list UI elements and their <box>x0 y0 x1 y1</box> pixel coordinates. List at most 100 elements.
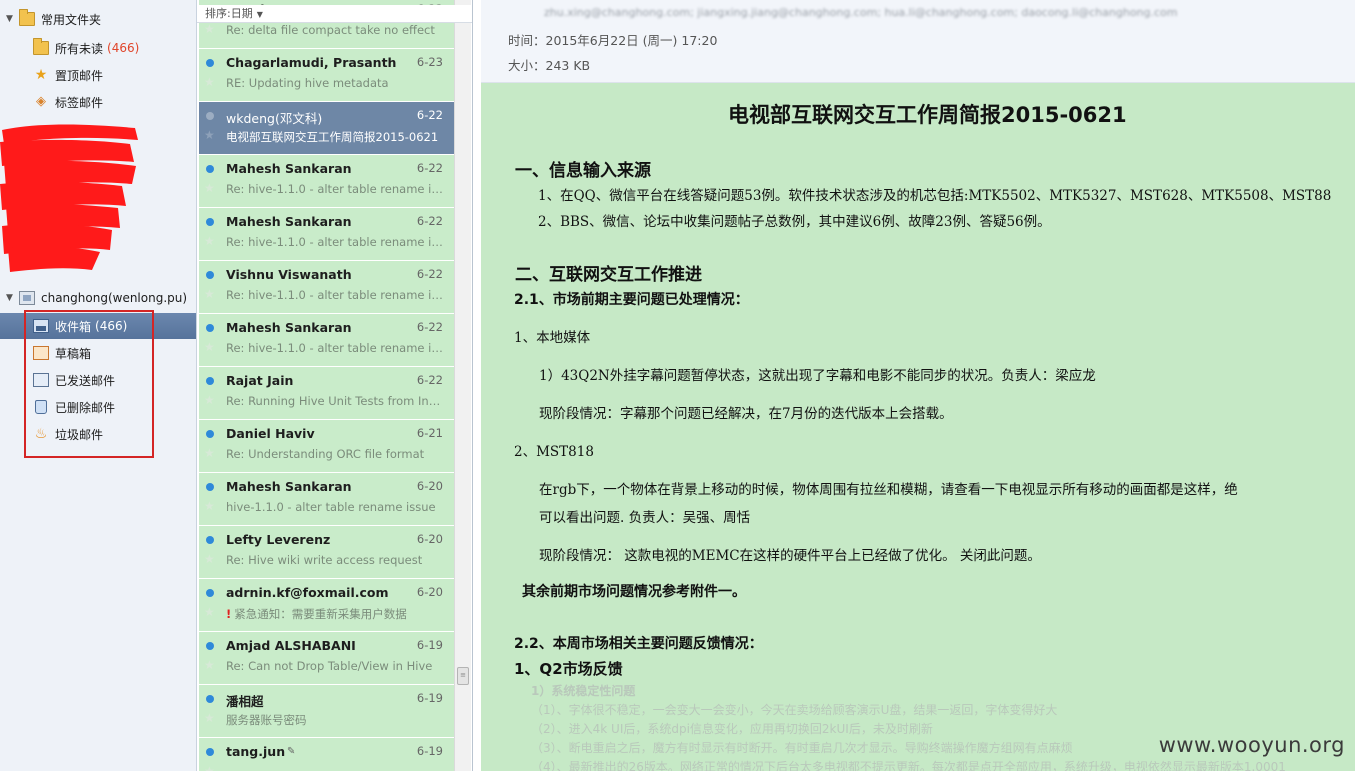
message-row[interactable]: ★ Lefty Leverenz 6-20 Re: Hive wiki write a… <box>199 526 454 579</box>
message-sender: Vishnu Viswanath <box>226 267 352 282</box>
unread-dot-icon[interactable] <box>206 695 214 703</box>
message-row[interactable]: ★ Daniel Haviv 6-21 Re: Understanding ORC f… <box>199 420 454 473</box>
star-icon[interactable]: ★ <box>204 499 215 513</box>
message-date: 6-22 <box>416 214 443 228</box>
unread-dot-icon[interactable] <box>206 536 214 544</box>
message-row[interactable]: ★ Mahesh Sankaran 6-22 Re: hive-1.1.0 - alt… <box>199 155 454 208</box>
sort-dropdown[interactable]: 排序:日期 ▼ <box>197 5 472 23</box>
star-icon[interactable]: ★ <box>204 711 215 725</box>
message-date: 6-22 <box>416 161 443 175</box>
body-line: 现阶段情况： 这款电视的MEMC在这样的硬件平台上已经做了优化。 关闭此问题。 <box>539 548 1041 564</box>
message-date: 6-19 <box>416 691 443 705</box>
star-icon[interactable]: ★ <box>204 181 215 195</box>
mail-account-icon <box>19 291 35 305</box>
message-row[interactable]: ★ Amjad ALSHABANI 6-19 Re: Can not Drop Tab… <box>199 632 454 685</box>
faded-line: 1）系统稳定性问题 <box>531 684 636 698</box>
message-subject: 电视部互联网交互工作周简报2015-0621 <box>226 130 439 144</box>
unread-dot-icon[interactable] <box>206 59 214 67</box>
unread-dot-icon[interactable] <box>206 112 214 120</box>
faded-line: （1）、字体很不稳定，一会变大一会变小，今天在卖场给顾客演示U盘，结果一返回，字… <box>531 703 1058 717</box>
tag-icon: ◈ <box>36 94 46 109</box>
message-list-scrollbar[interactable]: ≡ <box>454 0 471 771</box>
message-row[interactable]: ★ Vishnu Viswanath 6-22 Re: hive-1.1.0 - al… <box>199 261 454 314</box>
body-line: 2、BBS、微信、论坛中收集问题帖子总数例，其中建议6例、故障23例、答疑56例… <box>538 214 1051 230</box>
message-subject: Re: hive-1.1.0 - alter table rename issu… <box>226 288 444 302</box>
account-node[interactable]: ▼ changhong(wenlong.pu) <box>0 285 196 311</box>
message-list: ★r/raul1984@163.com6-23Re: delta file co… <box>197 0 473 771</box>
message-date: 6-22 <box>416 108 443 122</box>
message-subject: Re: hive-1.1.0 - alter table rename issu… <box>226 341 444 355</box>
recipients-line: zhu.xing@changhong.com; jiangxing.jiang@… <box>544 6 1178 19</box>
message-header: zhu.xing@changhong.com; jiangxing.jiang@… <box>481 0 1355 83</box>
section-heading: 二、互联网交互工作推进 <box>515 265 702 285</box>
star-icon[interactable]: ★ <box>204 552 215 566</box>
chevron-down-icon: ▼ <box>256 10 263 19</box>
message-row[interactable]: ✎ ★ tang.jun 6-19 <box>199 738 454 771</box>
star-icon[interactable]: ★ <box>204 287 215 301</box>
message-subject: Re: Hive wiki write access request <box>226 553 423 567</box>
body-line: 1、在QQ、微信平台在线答疑问题53例。软件技术状态涉及的机芯包括:MTK550… <box>538 188 1332 204</box>
message-subject: Re: Can not Drop Table/View in Hive <box>226 659 433 673</box>
faded-line: （3）、断电重启之后，魔方有时显示有时断开。有时重启几次才显示。导购终端操作魔方… <box>531 741 1073 755</box>
message-row[interactable]: ★ Mahesh Sankaran 6-20 hive-1.1.0 - alter t… <box>199 473 454 526</box>
message-row[interactable]: ★ Rajat Jain 6-22 Re: Running Hive Unit Tes… <box>199 367 454 420</box>
message-subject: 服务器账号密码 <box>226 713 307 727</box>
subsection-heading: 2.2、本周市场相关主要问题反馈情况： <box>514 636 763 652</box>
reading-pane: zhu.xing@changhong.com; jiangxing.jiang@… <box>481 0 1355 771</box>
scrollbar-thumb[interactable]: ≡ <box>457 667 469 685</box>
message-row[interactable]: ★ 潘相超 6-19 服务器账号密码 <box>199 685 454 738</box>
star-icon[interactable]: ★ <box>204 128 215 142</box>
folder-item-unread[interactable]: 所有未读 (466) <box>0 35 196 61</box>
message-date: 6-22 <box>416 267 443 281</box>
unread-dot-icon[interactable] <box>206 165 214 173</box>
collapse-triangle-icon[interactable]: ▼ <box>6 293 15 303</box>
folder-item-pinned[interactable]: ★ 置顶邮件 <box>0 62 196 88</box>
star-icon[interactable]: ★ <box>204 75 215 89</box>
highlight-box <box>24 310 154 458</box>
account-label: changhong(wenlong.pu) <box>41 291 188 305</box>
message-sender: Mahesh Sankaran <box>226 479 352 494</box>
folder-icon <box>19 9 35 26</box>
star-icon[interactable]: ★ <box>204 22 215 36</box>
message-row[interactable]: ★ Chagarlamudi, Prasanth 6-23 RE: Updating … <box>199 49 454 102</box>
unread-dot-icon[interactable] <box>206 218 214 226</box>
unread-dot-icon[interactable] <box>206 589 214 597</box>
star-icon[interactable]: ★ <box>204 764 215 771</box>
folder-group-label: 常用文件夹 <box>41 12 102 27</box>
unread-dot-icon[interactable] <box>206 430 214 438</box>
exclamation-icon: ! <box>226 607 232 621</box>
unread-dot-icon[interactable] <box>206 483 214 491</box>
body-line: 1、本地媒体 <box>514 330 591 346</box>
star-icon[interactable]: ★ <box>204 605 215 619</box>
star-icon[interactable]: ★ <box>204 234 215 248</box>
unread-dot-icon[interactable] <box>206 377 214 385</box>
unread-dot-icon[interactable] <box>206 324 214 332</box>
body-line: 1）43Q2N外挂字幕问题暂停状态，这就出现了字幕和电影不能同步的状况。负责人：… <box>539 368 1096 384</box>
star-icon[interactable]: ★ <box>204 658 215 672</box>
message-sender: Chagarlamudi, Prasanth <box>226 55 397 70</box>
message-row[interactable]: ★ Mahesh Sankaran 6-22 Re: hive-1.1.0 - alt… <box>199 314 454 367</box>
unread-dot-icon[interactable] <box>206 748 214 756</box>
star-icon[interactable]: ★ <box>204 393 215 407</box>
message-date: 6-19 <box>416 638 443 652</box>
folder-group-common[interactable]: ▼ 常用文件夹 <box>0 6 196 32</box>
message-sender: Mahesh Sankaran <box>226 320 352 335</box>
star-icon[interactable]: ★ <box>204 446 215 460</box>
unread-dot-icon[interactable] <box>206 271 214 279</box>
watermark: www.wooyun.org <box>1158 733 1345 757</box>
message-subject: Re: delta file compact take no effect <box>226 23 435 37</box>
message-row[interactable]: ★ wkdeng(邓文科) 6-22 电视部互联网交互工作周简报2015-0621 <box>199 102 454 155</box>
message-date: 6-20 <box>416 585 443 599</box>
subsection-heading: 1、Q2市场反馈 <box>514 660 623 678</box>
message-row[interactable]: ★ Mahesh Sankaran 6-22 Re: hive-1.1.0 - alt… <box>199 208 454 261</box>
message-sender: Lefty Leverenz <box>226 532 331 547</box>
star-icon[interactable]: ★ <box>204 340 215 354</box>
folder-item-tagged[interactable]: ◈ 标签邮件 <box>0 89 196 115</box>
unread-dot-icon[interactable] <box>206 642 214 650</box>
message-date: 6-22 <box>416 373 443 387</box>
message-row[interactable]: ★ adrnin.kf@foxmail.com 6-20! 紧急通知：需要重新采集用户… <box>199 579 454 632</box>
collapse-triangle-icon[interactable]: ▼ <box>6 14 15 24</box>
body-line-bold: 其余前期市场问题情况参考附件一。 <box>522 584 746 600</box>
message-subject: Re: hive-1.1.0 - alter table rename issu… <box>226 182 444 196</box>
message-sender: wkdeng(邓文科) <box>226 111 323 126</box>
